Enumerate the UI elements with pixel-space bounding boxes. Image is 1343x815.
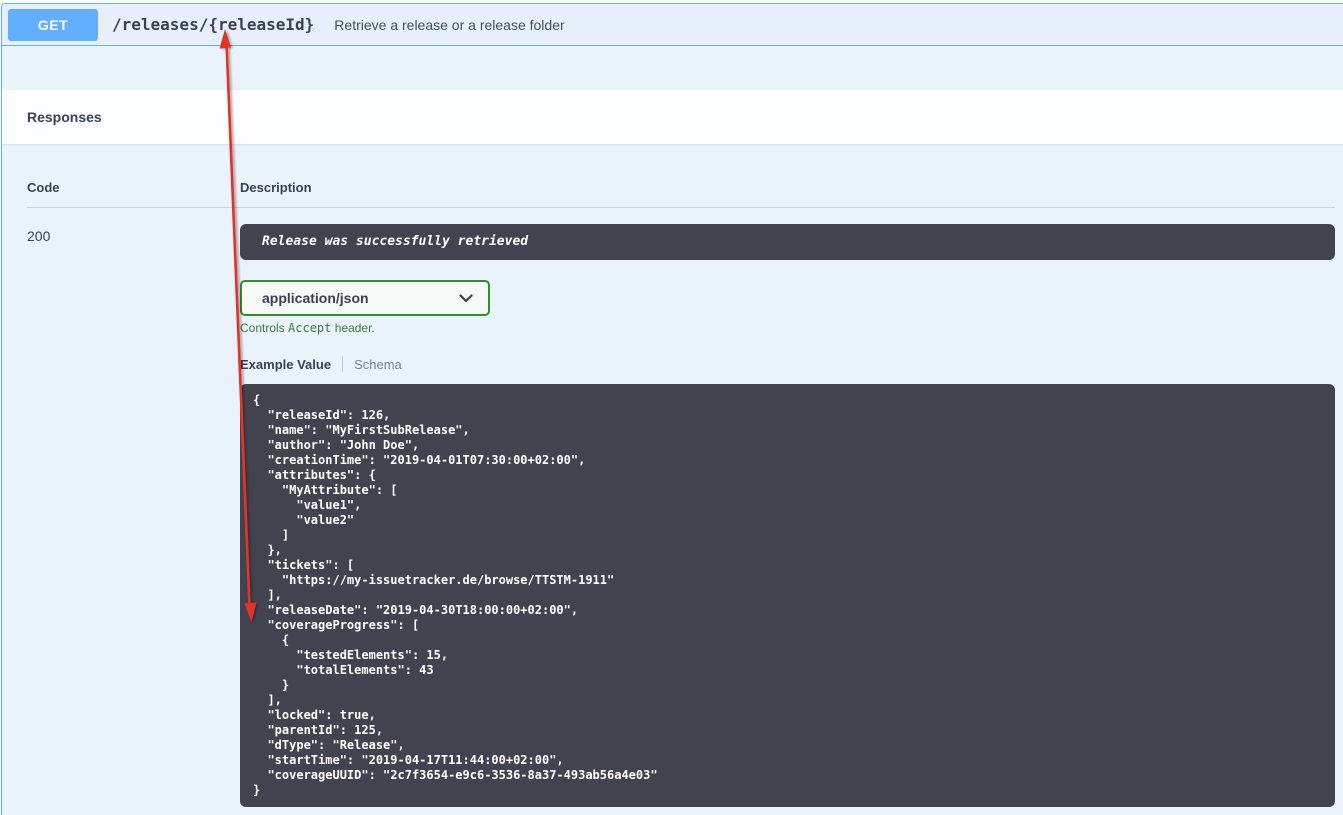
content-type-selected-value: application/json [262, 290, 369, 306]
response-status-code: 200 [27, 224, 240, 807]
opblock-body-spacer [2, 46, 1343, 90]
response-row-200: 200 Release was successfully retrieved a… [27, 208, 1335, 807]
example-json-block: { "releaseId": 126, "name": "MyFirstSubR… [240, 384, 1335, 807]
hint-accept-code: Accept [288, 321, 331, 335]
endpoint-path: /releases/{releaseId} [112, 15, 314, 34]
model-example-tabs: Example Value Schema [240, 355, 1335, 373]
responses-table: Code Description 200 Release was success… [2, 144, 1343, 807]
swagger-operation-page: GET /releases/{releaseId} Retrieve a rel… [0, 0, 1343, 815]
responses-title: Responses [27, 109, 102, 125]
method-badge[interactable]: GET [8, 9, 98, 41]
code-column-header: Code [27, 180, 240, 195]
response-description: Release was successfully retrieved [240, 224, 1335, 260]
hint-suffix: header. [331, 321, 374, 335]
content-type-select[interactable]: application/json [240, 280, 490, 316]
chevron-down-icon [459, 294, 473, 303]
tab-example-value[interactable]: Example Value [240, 357, 331, 372]
endpoint-summary: Retrieve a release or a release folder [334, 17, 564, 33]
accept-header-hint: Controls Accept header. [240, 321, 1335, 336]
tab-divider [342, 356, 343, 372]
description-column-header: Description [240, 180, 1335, 195]
operation-summary-bar[interactable]: GET /releases/{releaseId} Retrieve a rel… [2, 4, 1343, 46]
responses-section-header: Responses [2, 90, 1343, 144]
response-description-cell: Release was successfully retrieved appli… [240, 224, 1335, 807]
tab-schema[interactable]: Schema [354, 357, 402, 372]
hint-prefix: Controls [240, 321, 288, 335]
responses-table-header: Code Description [27, 144, 1335, 208]
opblock-get: GET /releases/{releaseId} Retrieve a rel… [1, 3, 1343, 815]
